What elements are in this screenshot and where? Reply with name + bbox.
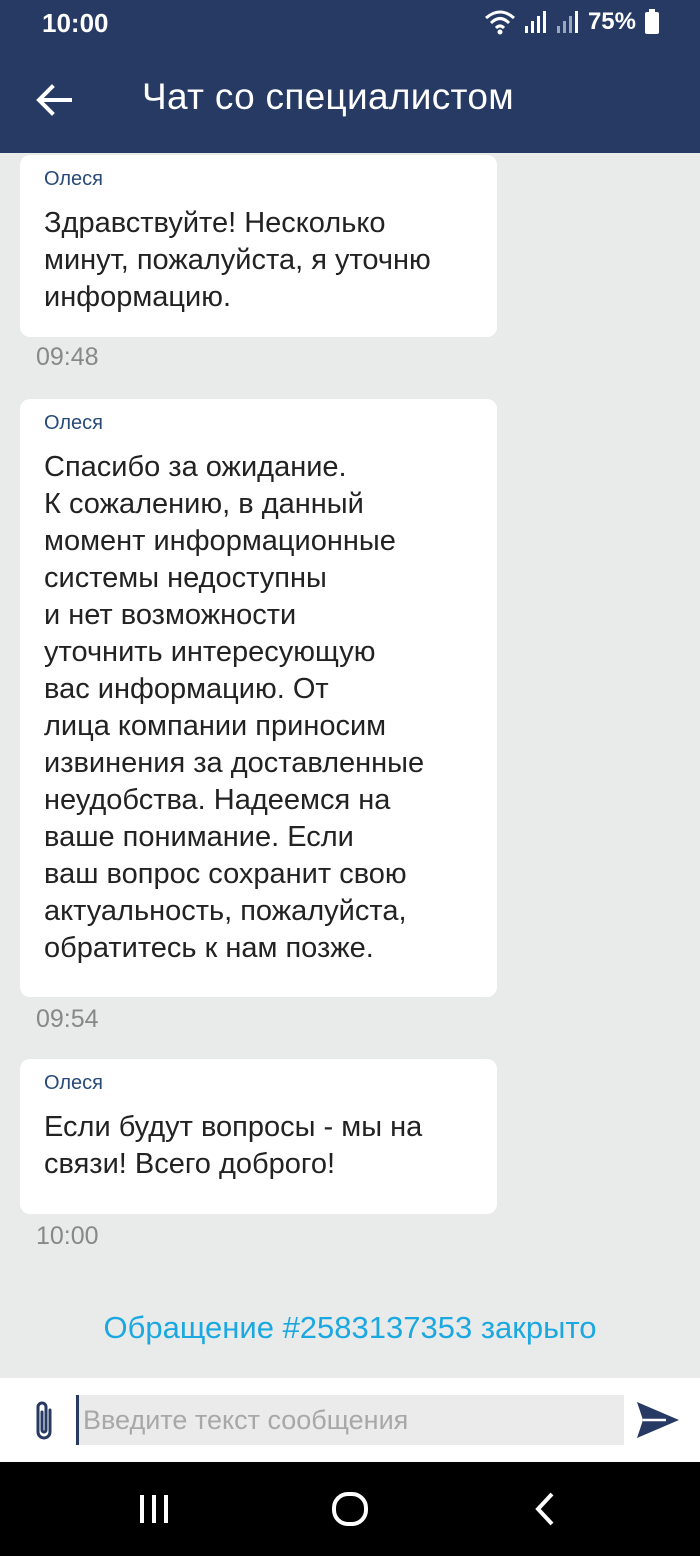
page-title: Чат со специалистом [142,76,514,117]
message-composer [0,1378,700,1462]
system-nav-bar [0,1462,700,1556]
message-time: 09:54 [36,1005,99,1033]
home-icon [332,1492,368,1526]
message-text: Спасибо за ожидание. К сожалению, в данн… [44,451,425,964]
message-sender: Олеся [44,1072,103,1094]
wifi-icon [484,10,515,35]
nav-back-button[interactable] [530,1489,562,1534]
message-list[interactable]: Олеся Здравствуйте! Несколько минут, пож… [0,153,700,1378]
battery-icon [645,9,659,34]
back-icon [535,1492,554,1526]
signal-icon [524,11,546,33]
app-bar: Чат со специалистом [0,44,700,153]
ticket-closed-notice: Обращение #2583137353 закрыто [103,1310,597,1345]
message-input-wrapper [76,1395,624,1445]
signal-icon [556,11,578,33]
message-text: Здравствуйте! Несколько минут, пожалуйст… [44,207,431,313]
message-bubble: Олеся Если будут вопросы - мы на связи! … [20,1059,497,1214]
message-time: 09:48 [36,343,99,371]
status-icons: 75% [484,8,660,36]
arrow-left-icon [36,84,72,116]
attach-button[interactable] [24,1398,64,1444]
send-button[interactable] [636,1400,680,1440]
message-input[interactable] [79,1395,624,1445]
send-icon [637,1402,679,1438]
message-text: Если будут вопросы - мы на связи! Всего … [44,1111,423,1180]
message-sender: Олеся [44,168,103,190]
back-button[interactable] [30,76,78,124]
message-bubble: Олеся Спасибо за ожидание. К сожалению, … [20,399,497,997]
recent-apps-icon [140,1495,168,1523]
status-bar: 10:00 75% [0,0,700,44]
message-bubble: Олеся Здравствуйте! Несколько минут, пож… [20,155,497,337]
status-time: 10:00 [42,8,109,38]
message-sender: Олеся [44,412,103,434]
paperclip-icon [36,1401,52,1440]
home-button[interactable] [330,1489,370,1534]
message-time: 10:00 [36,1222,99,1250]
battery-percent: 75% [587,8,636,35]
recent-apps-button[interactable] [136,1489,172,1534]
